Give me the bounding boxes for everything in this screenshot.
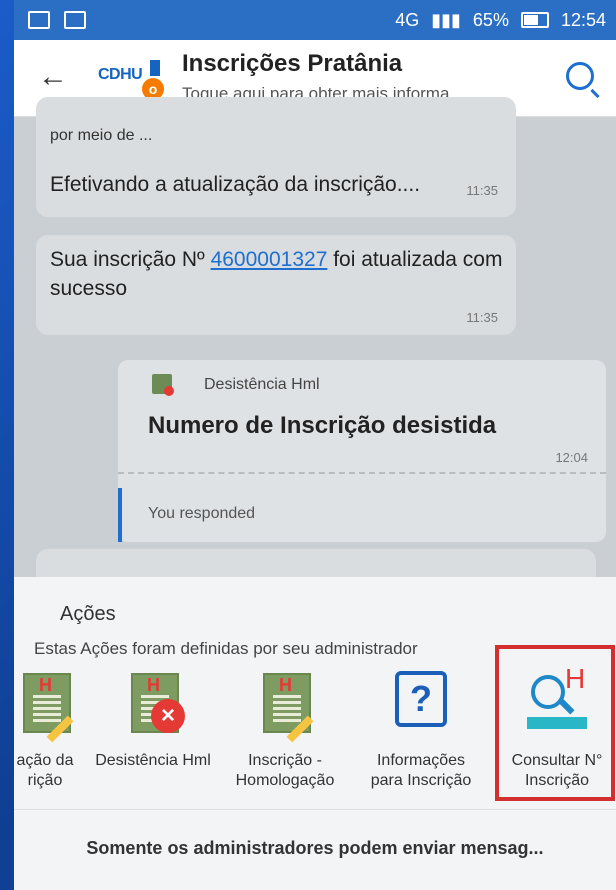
action-label: Informações para Inscrição: [370, 752, 472, 789]
sheet-title: Ações: [60, 603, 116, 625]
battery-icon: [520, 12, 549, 28]
document-edit-icon: H: [255, 669, 315, 743]
divider: [118, 472, 606, 474]
footer-text: Somente os administradores podem enviar …: [86, 838, 544, 858]
signal-icon: ▮▮▮: [431, 9, 461, 30]
battery-percent: 65%: [472, 9, 509, 30]
network-label: 4G: [395, 9, 420, 30]
action-item[interactable]: ? Informações para Inscrição: [356, 669, 486, 809]
message-time: 11:35: [466, 183, 498, 198]
highlight-box: [495, 645, 615, 801]
card-heading: Numero de Inscrição desistida: [148, 412, 497, 439]
message-time: 11:35: [466, 310, 498, 325]
action-label: Desistência Hml: [95, 752, 211, 769]
action-card[interactable]: Desistência Hml Numero de Inscrição desi…: [118, 360, 606, 542]
document-cancel-icon: H ×: [123, 669, 185, 733]
cdhu-logo: CDHU o: [98, 60, 170, 100]
message-text: Sua inscrição Nº 4600001327 foi atualiza…: [50, 248, 503, 300]
chat-area: por meio de ... Efetivando a atualização…: [14, 97, 616, 579]
response-bar: [118, 488, 122, 542]
action-item[interactable]: H × Desistência Hml: [88, 669, 218, 809]
message-bubble: por meio de ... Efetivando a atualização…: [36, 97, 516, 217]
image-icon: [64, 11, 86, 29]
action-item[interactable]: H Inscrição - Homologação: [220, 669, 350, 809]
message-bubble: Sua inscrição Nº 4600001327 foi atualiza…: [36, 235, 516, 335]
card-time: 12:04: [555, 450, 588, 465]
message-bubble: [36, 549, 596, 579]
chat-title[interactable]: Inscrições Pratânia: [182, 50, 402, 78]
sheet-subtitle: Estas Ações foram definidas por seu admi…: [34, 639, 418, 658]
card-label: Desistência Hml: [204, 376, 320, 393]
screen: 4G ▮▮▮ 65% 12:54 ← CDHU o Inscrições Pra…: [14, 0, 616, 890]
message-text: Efetivando a atualização da inscrição...…: [50, 173, 421, 196]
notification-icon: [28, 11, 50, 29]
document-cancel-icon: [152, 374, 174, 396]
back-arrow-icon[interactable]: ←: [38, 60, 68, 94]
question-icon: ?: [391, 669, 451, 733]
search-icon[interactable]: [566, 62, 594, 90]
status-bar: 4G ▮▮▮ 65% 12:54: [14, 0, 616, 40]
inscription-number-link[interactable]: 4600001327: [211, 248, 328, 271]
clock: 12:54: [560, 9, 606, 30]
footer-bar: Somente os administradores podem enviar …: [14, 809, 616, 890]
document-edit-icon: H: [15, 669, 75, 743]
actions-sheet: Ações Estas Ações foram definidas por se…: [14, 577, 616, 890]
card-response: You responded: [148, 505, 256, 522]
action-label: Inscrição - Homologação: [235, 752, 335, 789]
